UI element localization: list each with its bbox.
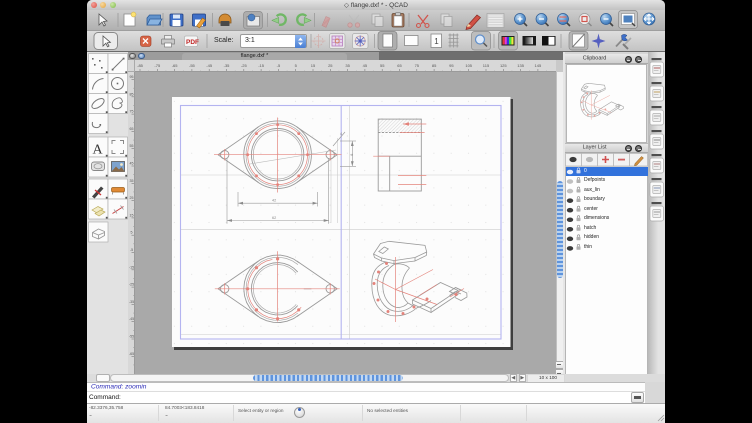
svg-text:85: 85 (130, 92, 134, 96)
svg-text:135: 135 (517, 63, 524, 68)
svg-text:PDF: PDF (186, 39, 199, 46)
svg-text:45: 45 (363, 63, 368, 68)
svg-text:35: 35 (345, 63, 350, 68)
svg-text:-65: -65 (172, 63, 179, 68)
svg-text:15: 15 (311, 63, 316, 68)
svg-text:5: 5 (295, 63, 298, 68)
svg-text:-55: -55 (189, 63, 196, 68)
svg-text:95: 95 (449, 63, 454, 68)
svg-text:45: 45 (130, 162, 134, 166)
svg-text:25: 25 (130, 196, 134, 200)
svg-text:-5: -5 (130, 248, 133, 252)
svg-text:75: 75 (130, 110, 134, 114)
svg-text:85: 85 (432, 63, 437, 68)
svg-text:55: 55 (130, 144, 134, 148)
svg-text:55: 55 (380, 63, 385, 68)
svg-text:-25: -25 (129, 283, 134, 287)
svg-text:-15: -15 (129, 265, 134, 269)
svg-text:145: 145 (535, 63, 542, 68)
svg-text:95: 95 (130, 75, 134, 79)
svg-text:62: 62 (272, 216, 276, 220)
svg-text:4: 4 (340, 132, 342, 136)
svg-text:-45: -45 (129, 317, 134, 321)
svg-text:125: 125 (500, 63, 507, 68)
svg-text:-35: -35 (129, 300, 134, 304)
svg-text:-5: -5 (277, 63, 281, 68)
svg-text:65: 65 (130, 127, 134, 131)
svg-text:-55: -55 (129, 335, 134, 339)
svg-text:-85: -85 (137, 63, 144, 68)
svg-text:-35: -35 (224, 63, 231, 68)
svg-text:35: 35 (130, 179, 134, 183)
svg-text:-25: -25 (241, 63, 248, 68)
svg-text:42: 42 (272, 199, 276, 203)
svg-text:-75: -75 (154, 63, 161, 68)
svg-text:-65: -65 (129, 352, 134, 356)
svg-text:15: 15 (130, 213, 134, 217)
svg-text:65: 65 (397, 63, 402, 68)
svg-text:8: 8 (350, 154, 354, 156)
svg-text:115: 115 (483, 63, 490, 68)
svg-text:A: A (93, 143, 104, 158)
svg-text:105: 105 (465, 63, 472, 68)
svg-text:-45: -45 (206, 63, 213, 68)
svg-text:1: 1 (434, 37, 439, 46)
svg-text:75: 75 (415, 63, 420, 68)
svg-text:25: 25 (328, 63, 333, 68)
svg-text:-15: -15 (258, 63, 265, 68)
svg-text:5: 5 (131, 231, 133, 235)
